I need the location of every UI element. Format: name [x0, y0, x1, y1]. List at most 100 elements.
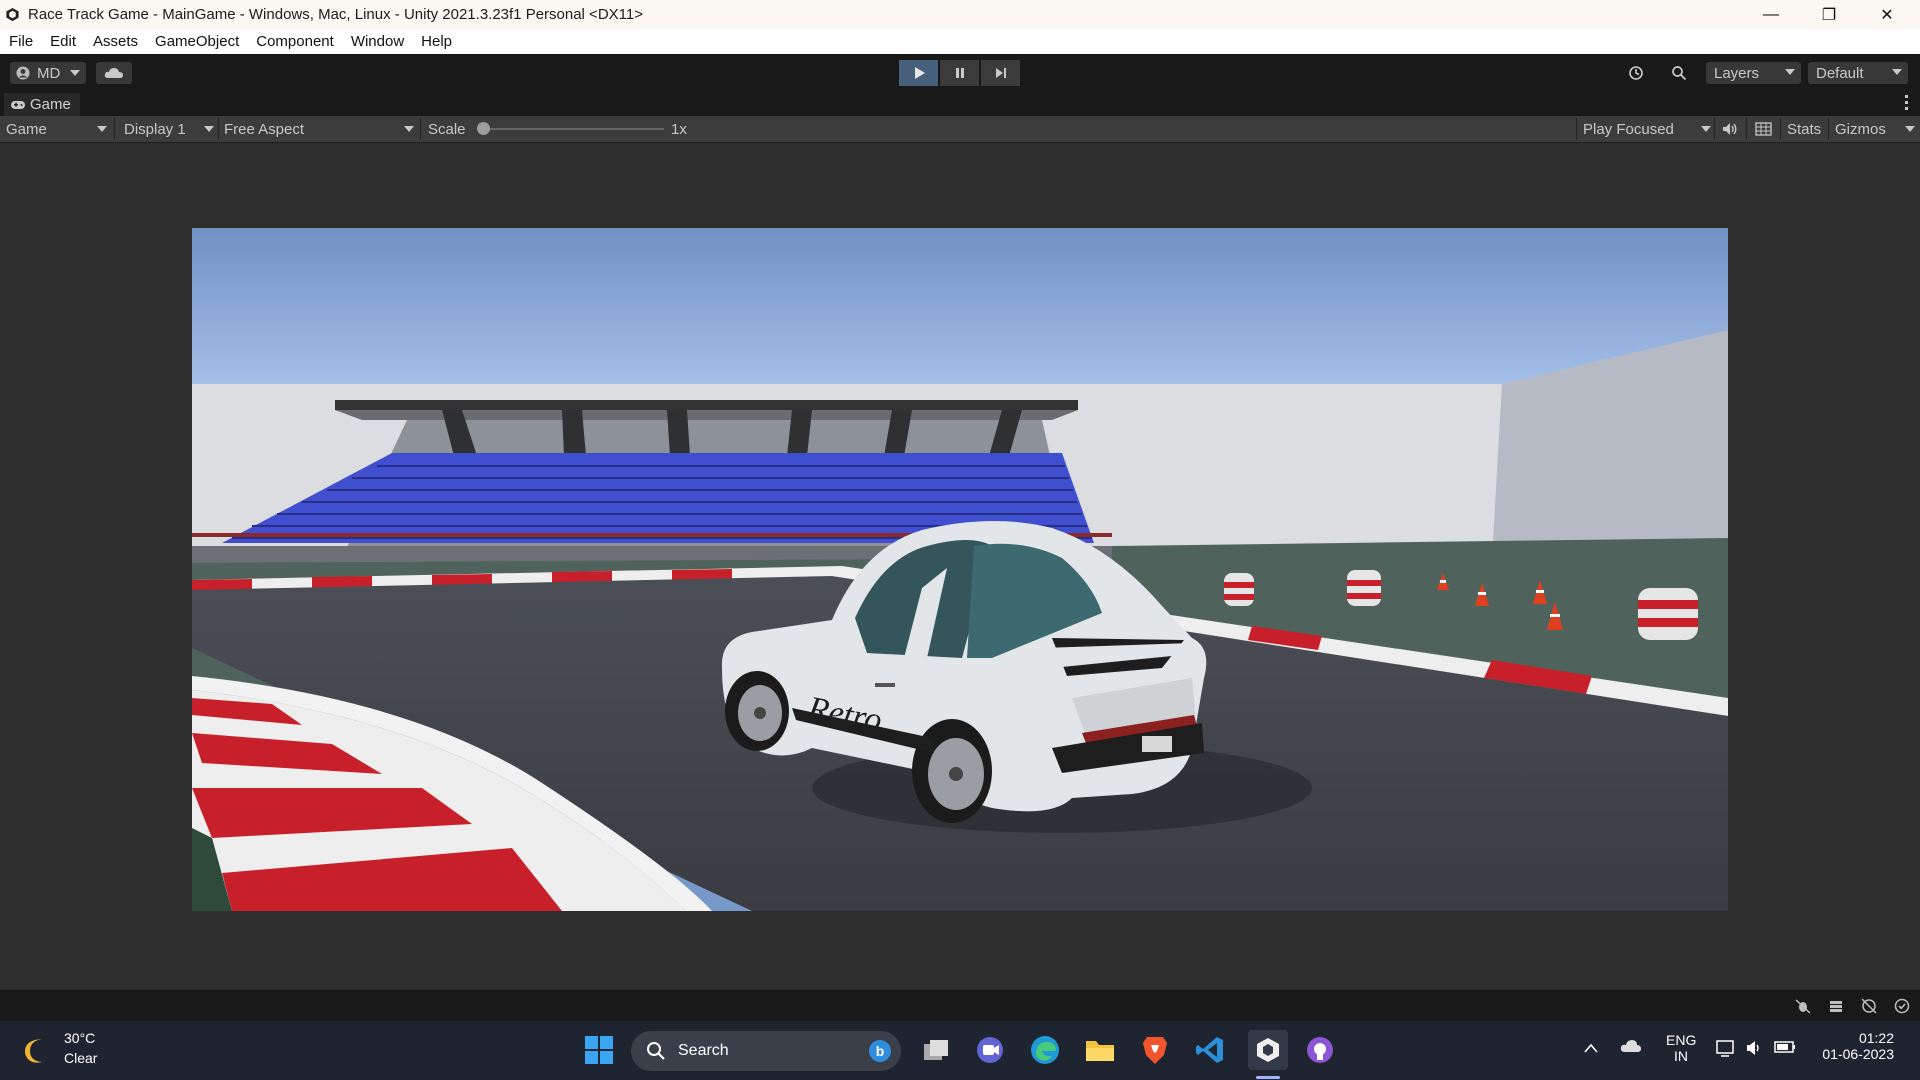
scale-slider-track[interactable] — [484, 128, 664, 130]
unity-logo-icon — [6, 7, 19, 22]
chevron-up-icon[interactable] — [1584, 1040, 1598, 1057]
layers-dropdown[interactable]: Layers — [1706, 62, 1801, 84]
clock[interactable]: 01:22 01-06-2023 — [1812, 1030, 1894, 1062]
search-button[interactable] — [1662, 62, 1696, 84]
battery-icon[interactable] — [1774, 1040, 1796, 1058]
mute-audio-button[interactable] — [1722, 116, 1738, 142]
cloud-button[interactable] — [96, 62, 132, 84]
menu-help[interactable]: Help — [421, 33, 452, 50]
unity-taskbar-button[interactable] — [1248, 1030, 1288, 1070]
tab-game[interactable]: Game — [4, 93, 80, 116]
window-title-bar[interactable]: Race Track Game - MainGame - Windows, Ma… — [0, 0, 1920, 29]
view-type-dropdown[interactable]: Game — [6, 116, 110, 142]
chevron-down-icon — [1701, 126, 1711, 132]
weather-description[interactable]: Clear — [64, 1050, 97, 1066]
game-view-toolbar: Game Display 1 Free Aspect Scale 1x Play… — [0, 116, 1920, 143]
chevron-down-icon — [204, 126, 214, 132]
chevron-down-icon — [70, 70, 80, 76]
restore-icon: ❐ — [1821, 6, 1837, 24]
github-icon — [1307, 1037, 1333, 1063]
language-indicator[interactable]: ENG IN — [1666, 1032, 1696, 1064]
play-focused-label: Play Focused — [1583, 120, 1674, 138]
pause-button[interactable] — [940, 60, 979, 86]
menu-assets[interactable]: Assets — [93, 33, 138, 50]
debug-icon[interactable] — [1795, 998, 1811, 1019]
menu-file[interactable]: File — [9, 33, 33, 50]
task-view-button[interactable] — [919, 1033, 953, 1067]
menu-window[interactable]: Window — [351, 33, 404, 50]
chevron-down-icon — [404, 126, 414, 132]
lighting-icon[interactable] — [1861, 998, 1877, 1019]
view-type-label: Game — [6, 120, 47, 138]
grandstand-roof — [335, 400, 1078, 410]
file-explorer-button[interactable] — [1083, 1033, 1117, 1067]
teams-chat-button[interactable] — [973, 1033, 1007, 1067]
aspect-dropdown[interactable]: Free Aspect — [224, 116, 419, 142]
task-view-icon — [924, 1040, 948, 1060]
chevron-down-icon — [1892, 69, 1902, 75]
network-icon[interactable] — [1716, 1040, 1736, 1062]
github-desktop-button[interactable] — [1303, 1033, 1337, 1067]
menu-edit[interactable]: Edit — [50, 33, 76, 50]
menu-gameobject[interactable]: GameObject — [155, 33, 239, 50]
game-tab-strip: Game — [0, 91, 1920, 116]
onedrive-cloud-icon[interactable] — [1620, 1039, 1642, 1057]
play-focused-dropdown[interactable]: Play Focused — [1583, 116, 1711, 142]
clock-date: 01-06-2023 — [1822, 1046, 1894, 1062]
volume-icon[interactable] — [1746, 1040, 1764, 1060]
race-track-scene: Retro — [192, 228, 1728, 911]
layout-dropdown[interactable]: Default — [1808, 62, 1908, 84]
display-dropdown[interactable]: Display 1 — [124, 116, 216, 142]
close-button[interactable]: ✕ — [1858, 0, 1916, 29]
folder-icon — [1086, 1041, 1114, 1061]
cloud-icon — [104, 68, 123, 78]
scale-value: 1x — [671, 120, 687, 138]
weather-moon-icon[interactable] — [22, 1035, 52, 1069]
bing-icon[interactable]: b — [869, 1040, 891, 1062]
gizmos-dropdown[interactable]: Gizmos — [1835, 116, 1915, 142]
play-button[interactable] — [899, 60, 938, 86]
region-code: IN — [1674, 1048, 1688, 1064]
status-bar — [0, 990, 1920, 1021]
restore-button[interactable]: ❐ — [1800, 0, 1858, 29]
brave-icon — [1143, 1037, 1167, 1064]
unity-icon — [1257, 1038, 1279, 1062]
aspect-label: Free Aspect — [224, 120, 305, 138]
active-app-indicator — [1256, 1076, 1280, 1079]
layers-stack-icon[interactable] — [1828, 998, 1844, 1019]
gamepad-icon — [11, 100, 25, 109]
check-circle-icon[interactable] — [1894, 998, 1910, 1019]
account-dropdown[interactable]: MD — [10, 62, 86, 84]
vscode-button[interactable] — [1193, 1033, 1227, 1067]
layers-label: Layers — [1714, 64, 1760, 82]
step-button[interactable] — [981, 60, 1020, 86]
playback-controls — [899, 60, 1022, 86]
menu-component[interactable]: Component — [256, 33, 334, 50]
play-icon — [914, 67, 925, 79]
windows-taskbar: 30°C Clear Search b ENG IN 01:22 01-06-2… — [0, 1021, 1920, 1080]
step-icon — [995, 68, 1006, 78]
chat-icon — [977, 1037, 1003, 1063]
search-icon — [647, 1042, 665, 1060]
game-viewport[interactable]: Retro — [192, 228, 1728, 911]
edge-browser-button[interactable] — [1028, 1033, 1062, 1067]
toggle-grid-button[interactable] — [1755, 116, 1772, 142]
brave-browser-button[interactable] — [1138, 1033, 1172, 1067]
taskbar-search[interactable]: Search b — [631, 1031, 901, 1071]
vscode-icon — [1196, 1037, 1223, 1063]
window-title: Race Track Game - MainGame - Windows, Ma… — [28, 6, 643, 23]
chevron-down-icon — [1785, 69, 1795, 75]
more-options-icon[interactable] — [1905, 95, 1908, 111]
minimize-button[interactable]: — — [1742, 0, 1800, 29]
close-icon: ✕ — [1880, 6, 1894, 24]
language-code: ENG — [1666, 1032, 1697, 1048]
start-button[interactable] — [582, 1033, 616, 1067]
layout-label: Default — [1816, 64, 1864, 82]
scale-slider-handle[interactable] — [477, 122, 490, 135]
account-label: MD — [37, 64, 61, 82]
weather-temperature[interactable]: 30°C — [64, 1030, 95, 1046]
chevron-down-icon — [97, 126, 107, 132]
undo-history-button[interactable] — [1619, 62, 1653, 84]
stats-button[interactable]: Stats — [1787, 116, 1821, 142]
search-placeholder: Search — [678, 1042, 729, 1059]
